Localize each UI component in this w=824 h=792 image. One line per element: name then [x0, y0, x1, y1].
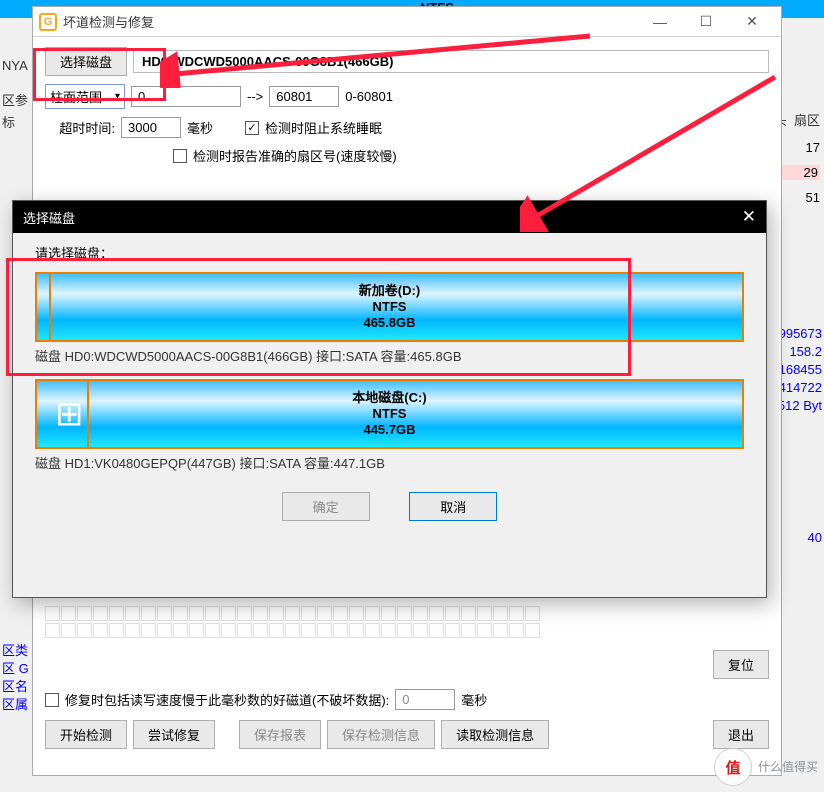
start-scan-button[interactable]: 开始检测 — [45, 720, 127, 749]
dialog-prompt: 请选择磁盘： — [35, 243, 744, 262]
range-full-label: 0-60801 — [345, 89, 393, 104]
repair-slow-input — [395, 689, 455, 710]
volume-name: 本地磁盘(C:) — [352, 390, 426, 406]
volume-name: 新加卷(D:) — [359, 283, 420, 299]
selected-disk-label: HD0:WDCWD5000AACS-00G8B1(466GB) — [133, 50, 769, 73]
volume-fs: NTFS — [359, 299, 420, 315]
side-left: 区 G — [2, 658, 29, 677]
window-title: 坏道检测与修复 — [63, 12, 637, 31]
exit-button[interactable]: 退出 — [713, 720, 769, 749]
select-disk-dialog: 选择磁盘 ✕ 请选择磁盘： 新加卷(D:) NTFS 465.8GB 磁盘 HD… — [12, 200, 767, 598]
repair-slow-checkbox[interactable] — [45, 693, 59, 707]
ok-button[interactable]: 确定 — [282, 492, 370, 521]
disk-desc: 磁盘 HD0:WDCWD5000AACS-00G8B1(466GB) 接口:SA… — [35, 346, 744, 365]
side-right-val: 158.2 — [789, 344, 822, 359]
try-repair-button[interactable]: 尝试修复 — [133, 720, 215, 749]
timeout-input[interactable] — [121, 117, 181, 138]
app-icon: G — [39, 13, 57, 31]
side-left: 标 — [2, 112, 15, 131]
disk-bar[interactable]: ⊞ 本地磁盘(C:) NTFS 445.7GB — [35, 379, 744, 449]
volume-size: 465.8GB — [359, 315, 420, 331]
range-type-label: 柱面范围 — [50, 87, 102, 106]
dialog-titlebar[interactable]: 选择磁盘 ✕ — [13, 201, 766, 233]
prevent-sleep-checkbox[interactable] — [245, 121, 259, 135]
reset-button[interactable]: 复位 — [713, 650, 769, 679]
repair-slow-unit: 毫秒 — [461, 690, 487, 709]
dialog-title: 选择磁盘 — [23, 208, 742, 227]
accurate-sector-label: 检测时报告准确的扇区号(速度较慢) — [193, 146, 397, 165]
cancel-button[interactable]: 取消 — [409, 492, 497, 521]
windows-icon: ⊞ — [55, 394, 84, 434]
side-left: 区类 — [2, 640, 28, 659]
disk-desc: 磁盘 HD1:VK0480GEPQP(447GB) 接口:SATA 容量:447… — [35, 453, 744, 472]
timeout-unit: 毫秒 — [187, 118, 213, 137]
volume-fs: NTFS — [352, 406, 426, 422]
save-report-button: 保存报表 — [239, 720, 321, 749]
dialog-close-button[interactable]: ✕ — [742, 207, 756, 227]
save-info-button: 保存检测信息 — [327, 720, 435, 749]
accurate-sector-checkbox[interactable] — [173, 149, 187, 163]
load-info-button[interactable]: 读取检测信息 — [441, 720, 549, 749]
watermark-text: 什么值得买 — [758, 760, 818, 774]
side-left: NYA — [2, 58, 28, 73]
side-left: 区参 — [2, 90, 28, 109]
watermark: 值 什么值得买 — [714, 748, 818, 786]
range-to-input[interactable] — [269, 86, 339, 107]
cell: 29 — [782, 165, 818, 180]
bottom-panel: 复位 修复时包括读写速度慢于此毫秒数的好磁道(不破坏数据): 毫秒 开始检测 尝… — [33, 596, 781, 767]
range-from-input[interactable] — [131, 86, 241, 107]
side-left: 区属 — [2, 694, 28, 713]
timeout-label: 超时时间: — [45, 118, 115, 137]
titlebar[interactable]: G 坏道检测与修复 — ☐ ✕ — [33, 7, 781, 37]
side-right-val: 40 — [808, 530, 822, 545]
disk-bar[interactable]: 新加卷(D:) NTFS 465.8GB — [35, 272, 744, 342]
prevent-sleep-label: 检测时阻止系统睡眠 — [265, 118, 382, 137]
disk-entry-1[interactable]: ⊞ 本地磁盘(C:) NTFS 445.7GB 磁盘 HD1:VK0480GEP… — [35, 379, 744, 472]
watermark-logo: 值 — [714, 748, 752, 786]
progress-grid — [45, 623, 769, 638]
maximize-button[interactable]: ☐ — [683, 8, 729, 36]
select-disk-button[interactable]: 选择磁盘 — [45, 47, 127, 76]
progress-grid — [45, 606, 769, 621]
close-button[interactable]: ✕ — [729, 8, 775, 36]
disk-entry-0[interactable]: 新加卷(D:) NTFS 465.8GB 磁盘 HD0:WDCWD5000AAC… — [35, 272, 744, 365]
range-arrow: --> — [247, 89, 263, 104]
range-type-select[interactable]: 柱面范围 ▾ — [45, 84, 125, 109]
col-head: 扇区 — [794, 113, 820, 128]
minimize-button[interactable]: — — [637, 8, 683, 36]
side-left: 区名 — [2, 676, 28, 695]
chevron-down-icon: ▾ — [115, 91, 120, 102]
side-right-val: 512 Byt — [778, 398, 822, 413]
cell: 17 — [784, 140, 820, 155]
cell: 51 — [784, 190, 820, 205]
side-right-val: 414722 — [779, 380, 822, 395]
repair-slow-label: 修复时包括读写速度慢于此毫秒数的好磁道(不破坏数据): — [65, 690, 389, 709]
volume-size: 445.7GB — [352, 422, 426, 438]
